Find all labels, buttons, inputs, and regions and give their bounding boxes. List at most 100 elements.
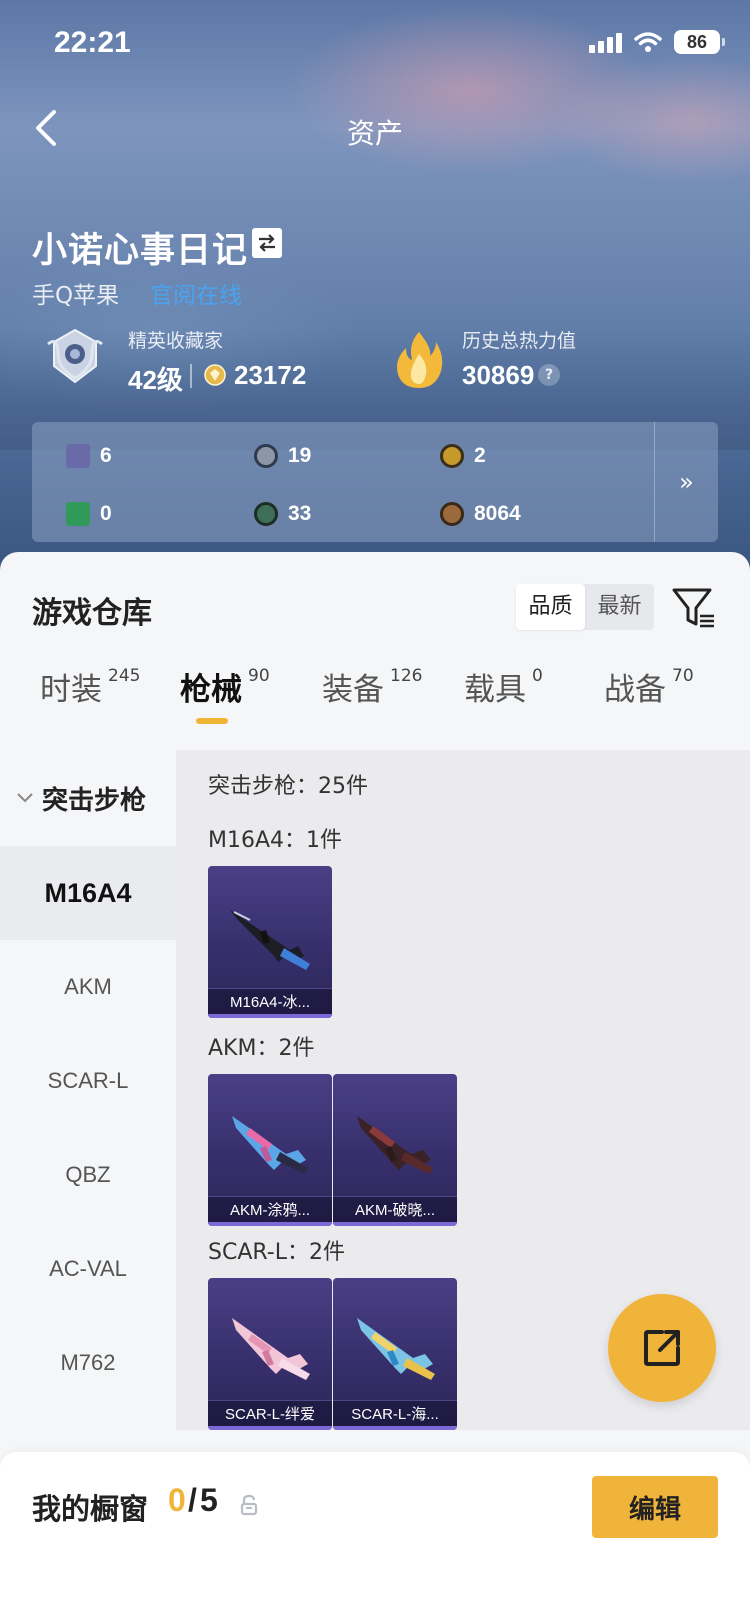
filter-icon[interactable] <box>670 584 718 632</box>
bronze-coin-icon <box>440 502 464 526</box>
rank-title: 精英收藏家 <box>128 330 224 352</box>
heat-title: 历史总热力值 <box>462 330 577 352</box>
chevron-down-icon <box>17 793 33 803</box>
sort-toggle: 品质 最新 <box>516 584 654 630</box>
silver-ring-coin-icon <box>254 444 278 468</box>
sidebar-item-ac-val[interactable]: AC-VAL <box>0 1222 176 1316</box>
page-title: 资产 <box>346 117 403 150</box>
wifi-icon <box>634 32 662 52</box>
sidebar-item-akm[interactable]: AKM <box>0 940 176 1034</box>
currency-value: 2 <box>474 444 486 467</box>
group-label-scar-l: SCAR-L：2件 <box>208 1240 345 1265</box>
currency-item: 33 <box>254 502 311 526</box>
sort-quality-option[interactable]: 品质 <box>516 584 585 630</box>
showcase-slash: / <box>188 1482 197 1518</box>
rifle-image <box>357 1116 433 1174</box>
currency-value: 8064 <box>474 502 521 525</box>
showcase-title: 我的橱窗 <box>32 1492 149 1526</box>
weapon-skin-card[interactable]: SCAR-L-海... <box>333 1278 457 1430</box>
sidebar-group-label: 突击步枪 <box>42 785 147 816</box>
tab-count: 70 <box>672 666 694 686</box>
signal-icon <box>589 31 622 53</box>
tab-count: 126 <box>390 666 423 686</box>
sort-latest-option[interactable]: 最新 <box>585 584 654 630</box>
flame-icon <box>397 332 443 388</box>
currency-item: 8064 <box>440 502 521 526</box>
tab-vehicles[interactable]: 载具 0 <box>464 664 543 709</box>
edit-button[interactable]: 编辑 <box>592 1476 718 1538</box>
expand-currencies-button[interactable]: » <box>654 422 718 542</box>
showcase-total-count: 5 <box>200 1482 218 1518</box>
currency-panel: 6 19 2 0 33 8064 » <box>32 422 718 542</box>
share-external-icon <box>644 1330 680 1366</box>
category-summary: 突击步枪：25件 <box>208 774 368 799</box>
currency-item: 6 <box>66 444 112 468</box>
category-tabs: 时装 245 枪械 90 装备 126 载具 0 战备 70 <box>0 652 750 732</box>
green-orb-coin-icon <box>254 502 278 526</box>
sidebar-group-assault-rifles[interactable]: 突击步枪 <box>0 750 176 846</box>
sidebar-item-m762[interactable]: M762 <box>0 1316 176 1410</box>
weapon-skin-name: M16A4-冰... <box>229 994 311 1011</box>
rifle-image <box>357 1318 435 1380</box>
tab-count: 90 <box>248 666 270 686</box>
warehouse-title: 游戏仓库 <box>32 596 152 631</box>
purple-card-icon <box>66 444 90 468</box>
group-label-m16a4: M16A4：1件 <box>208 828 343 853</box>
weapon-skin-card[interactable]: M16A4-冰... <box>208 866 332 1018</box>
heat-value: 30869 <box>462 360 535 390</box>
currency-value: 33 <box>288 502 312 525</box>
currency-value: 6 <box>100 444 112 467</box>
tab-equipment[interactable]: 装备 126 <box>322 664 422 709</box>
divider <box>190 364 192 388</box>
currency-value: 19 <box>288 444 312 467</box>
tab-label: 时装 <box>40 672 102 708</box>
rank-level: 42级 <box>128 365 183 395</box>
sidebar-item-qbz[interactable]: QBZ <box>0 1128 176 1222</box>
tab-label: 枪械 <box>180 672 242 708</box>
active-tab-indicator <box>196 718 228 724</box>
collector-coin-icon <box>204 364 226 386</box>
tab-label: 战备 <box>604 672 666 708</box>
green-card-icon <box>66 502 90 526</box>
weapon-type-sidebar: 突击步枪 M16A4 AKM SCAR-L QBZ AC-VAL M762 <box>0 750 176 1430</box>
platform-label: 手Q苹果 <box>32 283 120 309</box>
currency-item: 0 <box>66 502 112 526</box>
rifle-image <box>230 910 310 970</box>
sidebar-item-m16a4[interactable]: M16A4 <box>0 846 176 940</box>
weapon-skin-name: AKM-破晓... <box>354 1202 435 1219</box>
battery-indicator: 86 <box>674 30 725 54</box>
showcase-used-count: 0 <box>168 1482 186 1518</box>
tab-fashion[interactable]: 时装 245 <box>40 664 140 709</box>
weapon-skin-name: AKM-涂鸦... <box>229 1202 310 1219</box>
profile-name: 小诺心事日记 <box>32 231 249 271</box>
weapon-skin-name: SCAR-L-海... <box>351 1406 439 1423</box>
gold-token-icon <box>440 444 464 468</box>
lock-icon <box>240 1494 258 1516</box>
weapon-skin-card[interactable]: AKM-破晓... <box>333 1074 457 1226</box>
weapon-skin-card[interactable]: AKM-涂鸦... <box>208 1074 332 1226</box>
weapon-skin-name: SCAR-L-绊爱 <box>224 1406 315 1423</box>
currency-item: 19 <box>254 444 311 468</box>
showcase-bar: 我的橱窗 0 / 5 编辑 <box>0 1452 750 1624</box>
tab-firearms[interactable]: 枪械 90 <box>180 664 270 709</box>
currency-item: 2 <box>440 444 486 468</box>
weapon-skin-card[interactable]: SCAR-L-绊爱 <box>208 1278 332 1430</box>
status-time: 22:21 <box>54 26 131 59</box>
platform-status-link[interactable]: 官阅在线 <box>150 276 242 310</box>
tab-label: 载具 <box>464 672 526 708</box>
share-button[interactable] <box>608 1294 716 1402</box>
sidebar-item-scar-l[interactable]: SCAR-L <box>0 1034 176 1128</box>
rifle-image <box>232 1318 310 1380</box>
rank-badge-icon <box>47 328 103 384</box>
group-label-akm: AKM：2件 <box>208 1036 315 1061</box>
switch-account-icon[interactable] <box>252 228 282 258</box>
status-icons: 86 <box>589 30 725 54</box>
tab-supplies[interactable]: 战备 70 <box>604 664 694 709</box>
tab-count: 245 <box>108 666 141 686</box>
collector-points: 23172 <box>234 360 307 390</box>
tab-count: 0 <box>532 666 543 686</box>
currency-value: 0 <box>100 502 112 525</box>
help-icon[interactable]: ? <box>538 364 560 386</box>
tab-label: 装备 <box>322 672 384 708</box>
rifle-image <box>232 1116 308 1174</box>
